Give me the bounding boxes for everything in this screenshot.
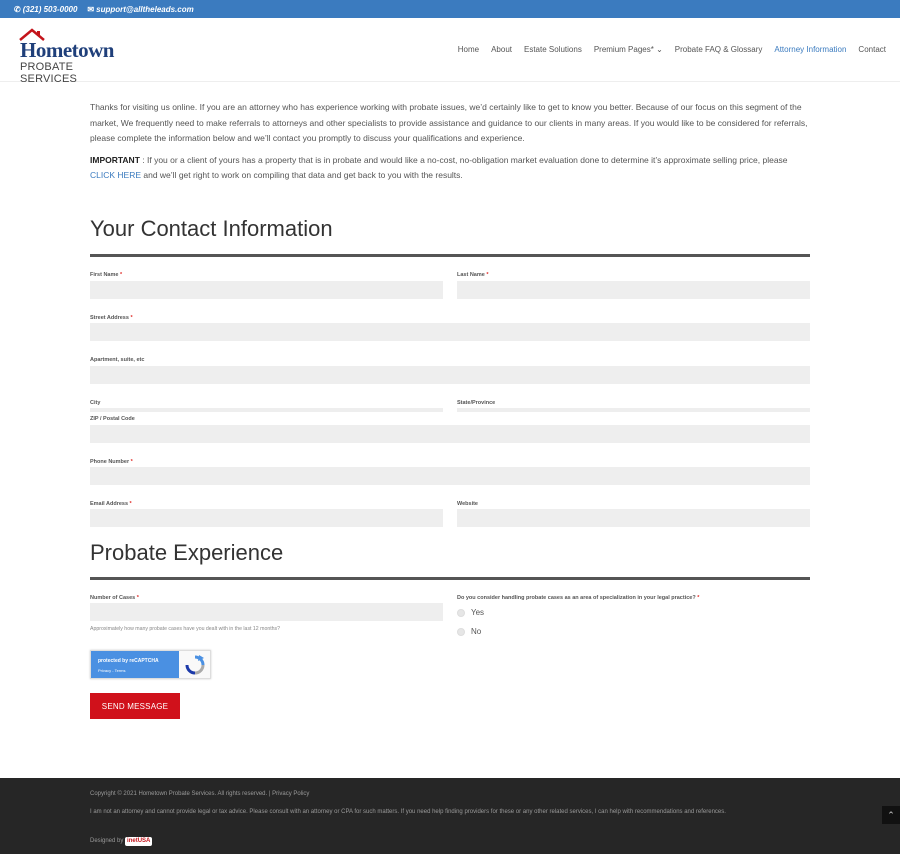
email-address: support@alltheleads.com <box>96 4 194 14</box>
phone-number: (321) 503-0000 <box>22 4 78 14</box>
important-text-after: and we’ll get right to work on compiling… <box>141 170 463 180</box>
nav-estate-solutions[interactable]: Estate Solutions <box>524 45 582 54</box>
top-bar-email[interactable]: ✉ support@alltheleads.com <box>87 5 193 14</box>
apartment-field[interactable] <box>90 366 810 384</box>
top-bar: ✆ (321) 503-0000 ✉ support@alltheleads.c… <box>0 0 900 18</box>
street-address-label: Street Address * <box>90 315 133 321</box>
radio-button[interactable] <box>457 608 465 617</box>
last-name-field[interactable] <box>457 281 810 299</box>
phone-icon: ✆ <box>14 4 21 14</box>
required-mark: * <box>486 272 489 278</box>
radio-no-label: No <box>471 627 482 636</box>
first-name-field[interactable] <box>90 281 443 299</box>
phone-label: Phone Number * <box>90 459 133 465</box>
website-label: Website <box>457 501 478 507</box>
street-address-label-text: Street Address <box>90 315 129 321</box>
specialization-label: Do you consider handling probate cases a… <box>457 595 699 601</box>
required-mark: * <box>129 501 132 507</box>
important-text-before: : If you or a client of yours has a prop… <box>139 154 788 165</box>
required-mark: * <box>130 315 133 321</box>
footer-designed-by: Designed by inetUSA <box>90 837 810 846</box>
radio-yes-label: Yes <box>471 608 485 617</box>
logo-subtitle: PROBATE SERVICES <box>20 61 78 85</box>
state-label: State/Province <box>457 400 496 406</box>
nav-premium-pages[interactable]: Premium Pages* ⌄ <box>594 45 663 54</box>
site-header: Hometown PROBATE SERVICES Home About Est… <box>0 18 900 85</box>
recaptcha-protected-label: protected by reCAPTCHA <box>98 658 159 664</box>
email-label-text: Email Address <box>90 501 129 507</box>
main-nav: Home About Estate Solutions Premium Page… <box>458 45 886 54</box>
required-mark: * <box>119 272 123 278</box>
required-mark: * <box>130 459 133 465</box>
important-paragraph: IMPORTANT : If you or a client of yours … <box>90 153 810 184</box>
logo-title: Hometown <box>20 38 115 62</box>
last-name-label: Last Name * <box>457 272 489 278</box>
top-bar-phone[interactable]: ✆ (321) 503-0000 <box>14 5 77 14</box>
specialization-label-text: Do you consider handling probate cases a… <box>457 595 696 601</box>
chevron-down-icon: ⌄ <box>656 45 663 54</box>
nav-home[interactable]: Home <box>458 45 479 54</box>
required-mark: * <box>136 595 139 601</box>
phone-field[interactable] <box>90 467 810 485</box>
apartment-label: Apartment, suite, etc <box>90 357 145 363</box>
website-field[interactable] <box>457 509 810 527</box>
site-logo[interactable]: Hometown PROBATE SERVICES <box>18 28 128 85</box>
state-field[interactable] <box>457 408 810 412</box>
first-name-label-text: First Name <box>90 272 119 278</box>
designer-badge[interactable]: inetUSA <box>125 837 153 846</box>
section-divider <box>90 254 810 257</box>
zip-field[interactable] <box>90 425 810 443</box>
required-mark: * <box>697 595 700 601</box>
last-name-label-text: Last Name <box>457 272 485 278</box>
recaptcha-badge[interactable]: protected by reCAPTCHA Privacy - Terms <box>90 650 211 679</box>
intro-section: Thanks for visiting us online. If you ar… <box>90 100 810 190</box>
experience-section-title: Probate Experience <box>90 540 284 565</box>
phone-label-text: Phone Number <box>90 459 130 465</box>
city-field[interactable] <box>90 408 443 412</box>
contact-section-title: Your Contact Information <box>90 216 333 241</box>
cases-field[interactable] <box>90 603 443 621</box>
cases-label-text: Number of Cases <box>90 595 136 601</box>
email-label: Email Address * <box>90 501 132 507</box>
nav-contact[interactable]: Contact <box>858 45 886 54</box>
zip-label: ZIP / Postal Code <box>90 416 135 422</box>
first-name-label: First Name * <box>90 272 122 278</box>
send-message-button[interactable]: SEND MESSAGE <box>90 693 180 719</box>
nav-attorney-information[interactable]: Attorney Information <box>774 45 846 54</box>
intro-paragraph: Thanks for visiting us online. If you ar… <box>90 102 808 143</box>
cases-hint: Approximately how many probate cases hav… <box>90 626 281 632</box>
envelope-icon: ✉ <box>87 4 95 14</box>
email-field[interactable] <box>90 509 443 527</box>
recaptcha-icon <box>185 655 205 675</box>
important-label: IMPORTANT <box>90 154 140 165</box>
click-here-link[interactable]: CLICK HERE <box>90 170 141 180</box>
nav-about[interactable]: About <box>491 45 512 54</box>
nav-premium-pages-label: Premium Pages* <box>593 45 654 54</box>
city-label: City <box>90 400 101 406</box>
cases-label: Number of Cases * <box>90 595 139 601</box>
recaptcha-text: protected by reCAPTCHA Privacy - Terms <box>91 651 179 678</box>
radio-yes[interactable]: Yes <box>457 608 484 617</box>
radio-button[interactable] <box>457 627 465 636</box>
footer-disclaimer: I am not an attorney and cannot provide … <box>90 809 726 815</box>
radio-no[interactable]: No <box>457 627 481 636</box>
designed-by-label: Designed by <box>90 838 124 844</box>
section-divider <box>90 577 810 580</box>
site-footer: Copyright © 2021 Hometown Probate Servic… <box>0 778 900 854</box>
street-address-field[interactable] <box>90 323 810 341</box>
footer-copyright: Copyright © 2021 Hometown Probate Servic… <box>90 791 310 797</box>
recaptcha-privacy-terms[interactable]: Privacy - Terms <box>98 666 179 675</box>
nav-probate-faq[interactable]: Probate FAQ & Glossary <box>675 45 763 54</box>
chevron-up-icon: ⌃ <box>887 809 895 820</box>
back-to-top-button[interactable]: ⌃ <box>882 806 900 824</box>
